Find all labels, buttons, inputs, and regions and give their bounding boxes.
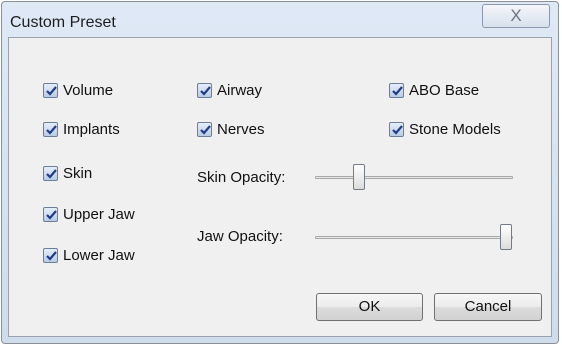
checkbox-label: Upper Jaw	[63, 206, 135, 223]
ok-button[interactable]: OK	[316, 293, 423, 321]
checkbox-label: Implants	[63, 121, 120, 138]
checkbox-check-icon	[43, 122, 58, 137]
checkbox-check-icon	[389, 122, 404, 137]
skin-opacity-slider-thumb[interactable]	[353, 164, 366, 190]
checkbox-airway[interactable]: Airway	[197, 82, 262, 99]
checkbox-label: Nerves	[217, 121, 265, 138]
checkbox-nerves[interactable]: Nerves	[197, 121, 265, 138]
checkbox-label: Volume	[63, 82, 114, 99]
skin-opacity-label: Skin Opacity:	[197, 169, 286, 186]
custom-preset-dialog: Custom Preset X Volume Airway ABO Base I…	[1, 1, 559, 344]
checkbox-label: ABO Base	[409, 82, 480, 99]
checkbox-lower-jaw[interactable]: Lower Jaw	[43, 247, 135, 264]
checkbox-label: Lower Jaw	[63, 247, 135, 264]
checkbox-label: Skin	[63, 165, 93, 182]
title-bar: Custom Preset X	[2, 2, 558, 36]
checkbox-upper-jaw[interactable]: Upper Jaw	[43, 206, 135, 223]
checkbox-skin[interactable]: Skin	[43, 165, 92, 182]
checkbox-check-icon	[43, 248, 58, 263]
dialog-body: Volume Airway ABO Base Implants Nerves S…	[8, 37, 552, 337]
checkbox-abo-base[interactable]: ABO Base	[389, 82, 479, 99]
checkbox-volume[interactable]: Volume	[43, 82, 113, 99]
checkbox-check-icon	[43, 83, 58, 98]
dialog-title: Custom Preset	[10, 14, 116, 31]
jaw-opacity-slider-thumb[interactable]	[500, 224, 513, 250]
checkbox-check-icon	[43, 207, 58, 222]
checkbox-check-icon	[197, 122, 212, 137]
checkbox-stone-models[interactable]: Stone Models	[389, 121, 501, 138]
close-button[interactable]: X	[482, 4, 550, 28]
checkbox-check-icon	[43, 166, 58, 181]
jaw-opacity-label: Jaw Opacity:	[197, 228, 283, 245]
checkbox-check-icon	[197, 83, 212, 98]
cancel-button[interactable]: Cancel	[434, 293, 542, 321]
checkbox-implants[interactable]: Implants	[43, 121, 120, 138]
checkbox-label: Stone Models	[409, 121, 501, 138]
close-icon: X	[510, 6, 522, 25]
checkbox-check-icon	[389, 83, 404, 98]
jaw-opacity-slider[interactable]	[315, 224, 513, 250]
skin-opacity-slider[interactable]	[315, 164, 513, 190]
checkbox-label: Airway	[217, 82, 263, 99]
